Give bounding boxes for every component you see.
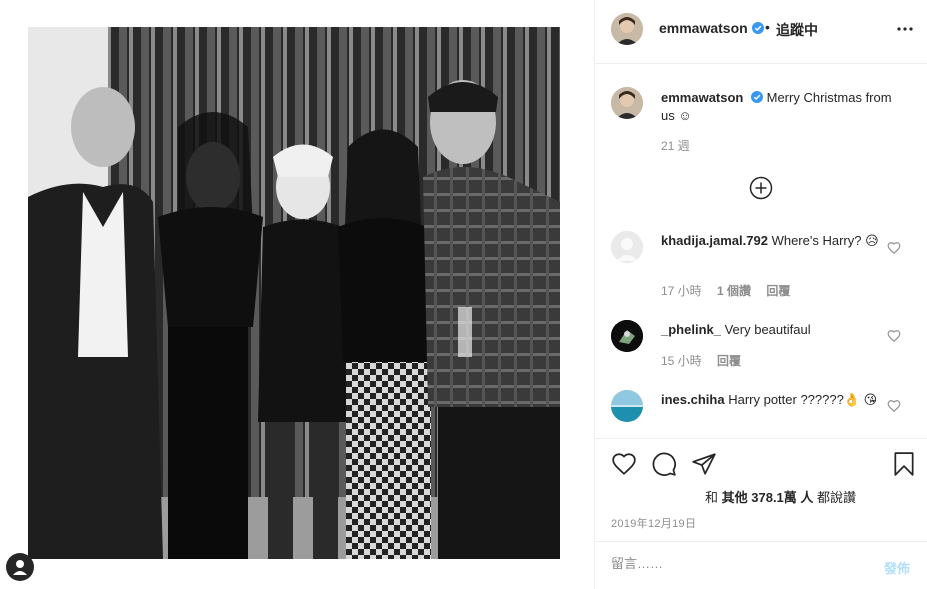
comment-text-block: ines.chiha Harry potter ??????👌 😘 [661,391,881,409]
likes-summary: 和 其他 378.1萬 人 都說讚 [705,487,856,506]
follow-status-button[interactable]: 追蹤中 [776,20,818,40]
avatar-image [611,87,643,119]
comment-body: Harry potter ??????👌 😘 [728,392,878,407]
comment-username[interactable]: _phelink_ [661,322,721,337]
profile-button[interactable] [6,553,34,581]
share-icon[interactable] [691,451,717,477]
comment-timestamp[interactable]: 15 小時 [661,354,702,368]
load-more-comments-icon[interactable] [749,176,773,200]
comment-icon[interactable] [651,451,677,477]
heart-icon[interactable] [611,451,637,477]
caption-author-avatar[interactable] [611,87,643,119]
post-comment-button[interactable]: 發佈 [884,558,910,577]
separator-dot: • [765,19,770,35]
caption-text-block: emmawatson Merry Christmas from us ☺ [661,89,901,125]
comment-username[interactable]: khadija.jamal.792 [661,233,768,248]
media-pane [0,0,594,589]
comment-meta: 15 小時 回覆 [661,352,753,369]
avatar-image [611,13,643,45]
comments-list[interactable]: emmawatson Merry Christmas from us ☺ 21 … [595,65,927,438]
heart-icon[interactable] [887,241,901,255]
heart-icon[interactable] [887,399,901,413]
post-header: emmawatson • 追蹤中 [595,0,927,64]
author-username[interactable]: emmawatson [659,20,748,36]
post-actions: 和 其他 378.1萬 人 都說讚 2019年12月19日 [595,438,927,540]
comment-timestamp[interactable]: 17 小時 [661,284,702,298]
user-avatar-icon [611,390,643,422]
user-avatar-icon [611,320,643,352]
comment-text-block: _phelink_ Very beautifaul [661,321,881,339]
default-avatar-icon [611,231,643,263]
likes-prefix: 和 [705,490,719,505]
comment-username[interactable]: ines.chiha [661,392,725,407]
commenter-avatar[interactable] [611,231,643,263]
commenter-avatar[interactable] [611,320,643,352]
user-icon [13,560,27,575]
bookmark-icon[interactable] [891,451,917,477]
verified-badge-icon [751,91,763,103]
reply-button[interactable]: 回覆 [766,284,790,298]
likes-others-link[interactable]: 其他 378.1萬 人 [722,490,814,505]
add-comment-bar: 發佈 [595,541,927,589]
comment-likes-count[interactable]: 1 個讚 [717,284,751,298]
post-date[interactable]: 2019年12月19日 [611,515,696,531]
commenter-avatar[interactable] [611,390,643,422]
comment-body: Where's Harry? 😥 [771,233,879,248]
author-avatar[interactable] [611,13,643,45]
comment-body: Very beautifaul [724,322,811,337]
more-options-icon[interactable] [895,20,915,38]
post-photo-graphic [28,27,560,559]
heart-icon[interactable] [887,329,901,343]
verified-badge-icon [752,22,764,34]
comment-meta: 17 小時 1 個讚 回覆 [661,282,802,299]
caption-username[interactable]: emmawatson [661,90,743,105]
caption-timestamp[interactable]: 21 週 [661,137,690,154]
post-photo[interactable] [28,27,560,559]
reply-button[interactable]: 回覆 [717,354,741,368]
comment-input[interactable] [611,556,861,571]
comment-text-block: khadija.jamal.792 Where's Harry? 😥 [661,232,881,250]
post-details: emmawatson • 追蹤中 emmawatson Merry Christ… [594,0,927,589]
likes-suffix: 都說讚 [817,490,857,505]
